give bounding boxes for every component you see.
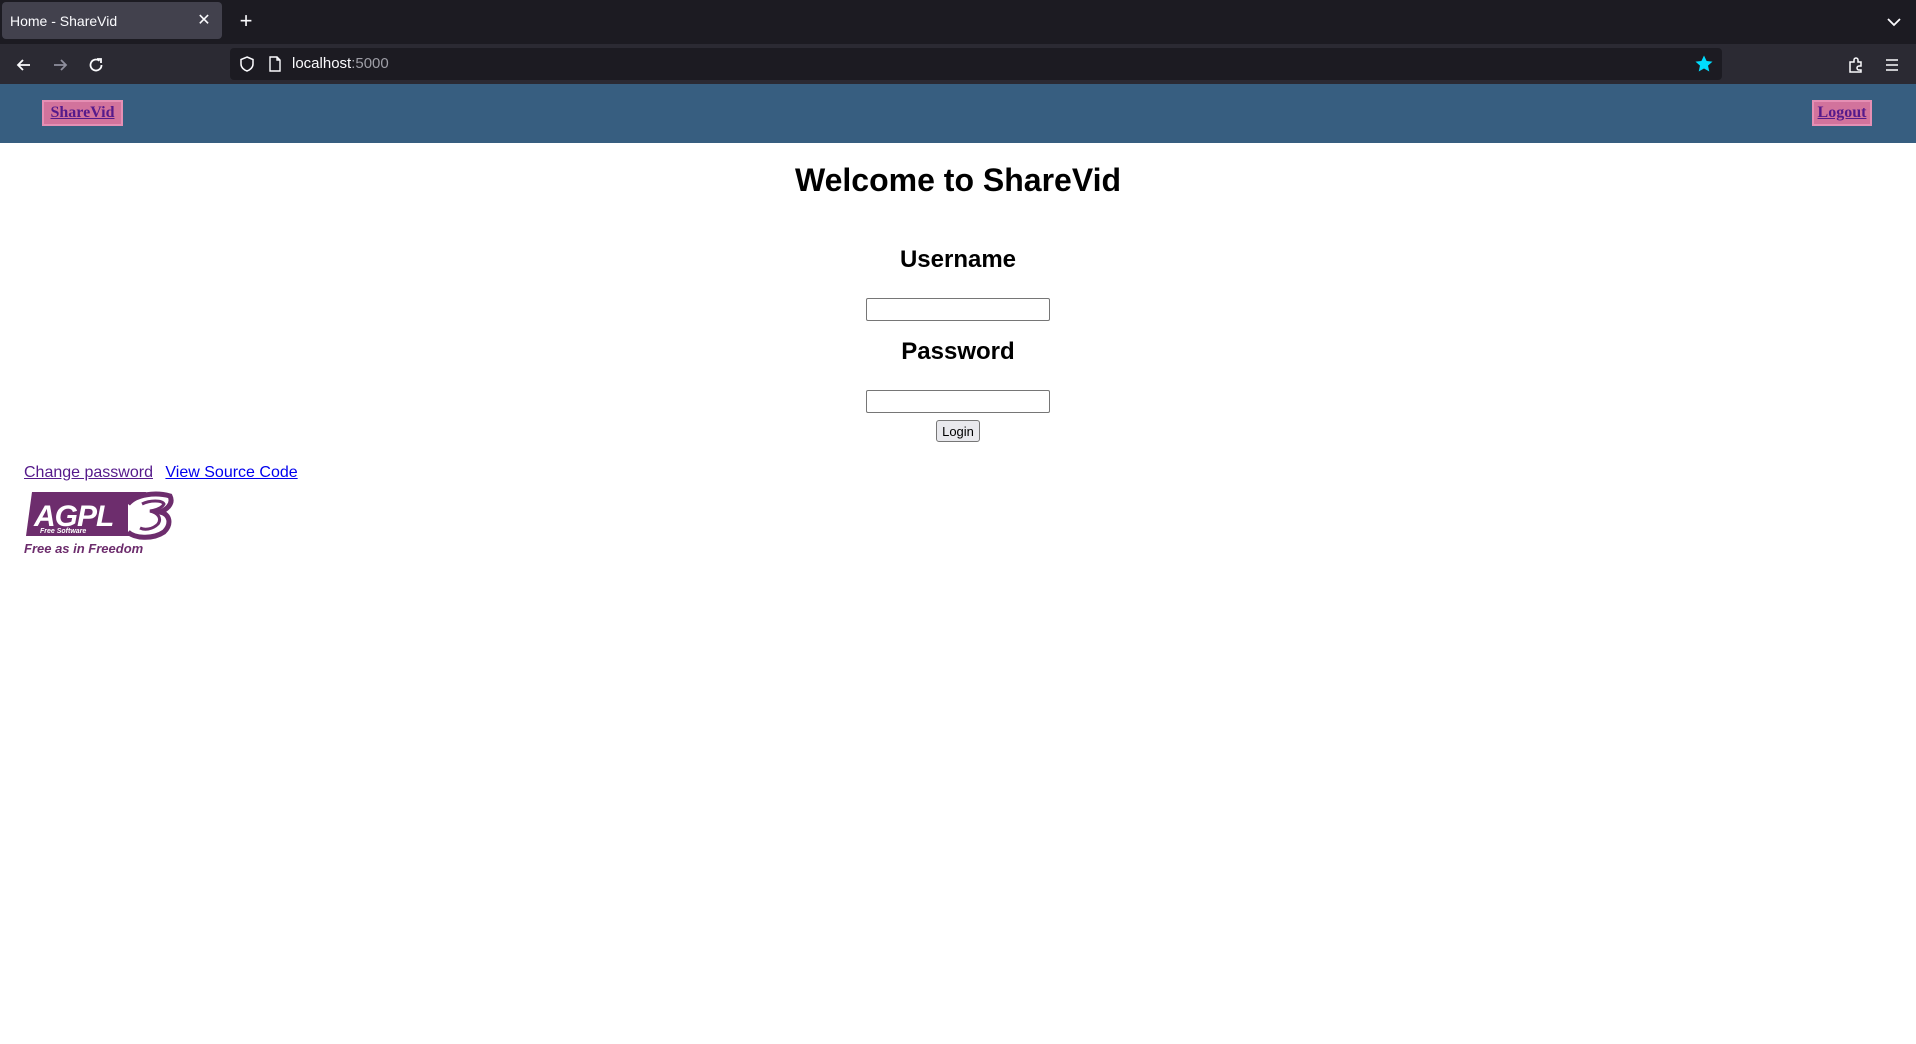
password-label: Password xyxy=(901,338,1015,365)
url-bar[interactable]: localhost:5000 xyxy=(230,48,1722,80)
username-field[interactable] xyxy=(866,298,1050,321)
svg-text:Free as in Freedom: Free as in Freedom xyxy=(24,541,144,556)
url-host: localhost xyxy=(292,55,352,72)
footer-links: Change password View Source Code xyxy=(24,462,298,484)
url-text[interactable]: localhost:5000 xyxy=(292,55,389,73)
site-header: ShareVid Logout xyxy=(0,84,1916,143)
logout-link[interactable]: Logout xyxy=(1812,100,1872,126)
username-label: Username xyxy=(899,246,1017,273)
password-field[interactable] xyxy=(866,390,1050,413)
reload-icon[interactable] xyxy=(82,51,110,79)
hamburger-menu-icon[interactable] xyxy=(1878,51,1906,79)
tab-title: Home - ShareVid xyxy=(10,12,118,29)
change-password-link[interactable]: Change password xyxy=(24,464,153,481)
page-icon xyxy=(266,55,284,73)
login-button[interactable]: Login xyxy=(936,420,980,442)
browser-tab[interactable]: Home - ShareVid ✕ xyxy=(2,2,222,39)
forward-arrow-icon[interactable] xyxy=(46,51,74,79)
source-code-link[interactable]: View Source Code xyxy=(165,464,297,481)
shield-icon[interactable] xyxy=(238,55,256,73)
extensions-icon[interactable] xyxy=(1842,51,1870,79)
browser-toolbar: localhost:5000 xyxy=(0,44,1916,84)
plus-icon[interactable]: + xyxy=(234,10,258,34)
star-icon[interactable] xyxy=(1694,54,1714,74)
close-icon[interactable]: ✕ xyxy=(194,11,214,31)
page-title: Welcome to ShareVid xyxy=(794,162,1122,198)
back-arrow-icon[interactable] xyxy=(10,51,38,79)
svg-text:Free Software: Free Software xyxy=(40,528,86,535)
browser-tab-bar: Home - ShareVid ✕ + xyxy=(0,0,1916,44)
url-port: :5000 xyxy=(351,55,389,72)
agpl-logo[interactable]: AGPL Free Software Free as in Freedom xyxy=(24,490,176,556)
chevron-down-icon[interactable] xyxy=(1882,10,1906,34)
home-link[interactable]: ShareVid xyxy=(42,100,123,126)
